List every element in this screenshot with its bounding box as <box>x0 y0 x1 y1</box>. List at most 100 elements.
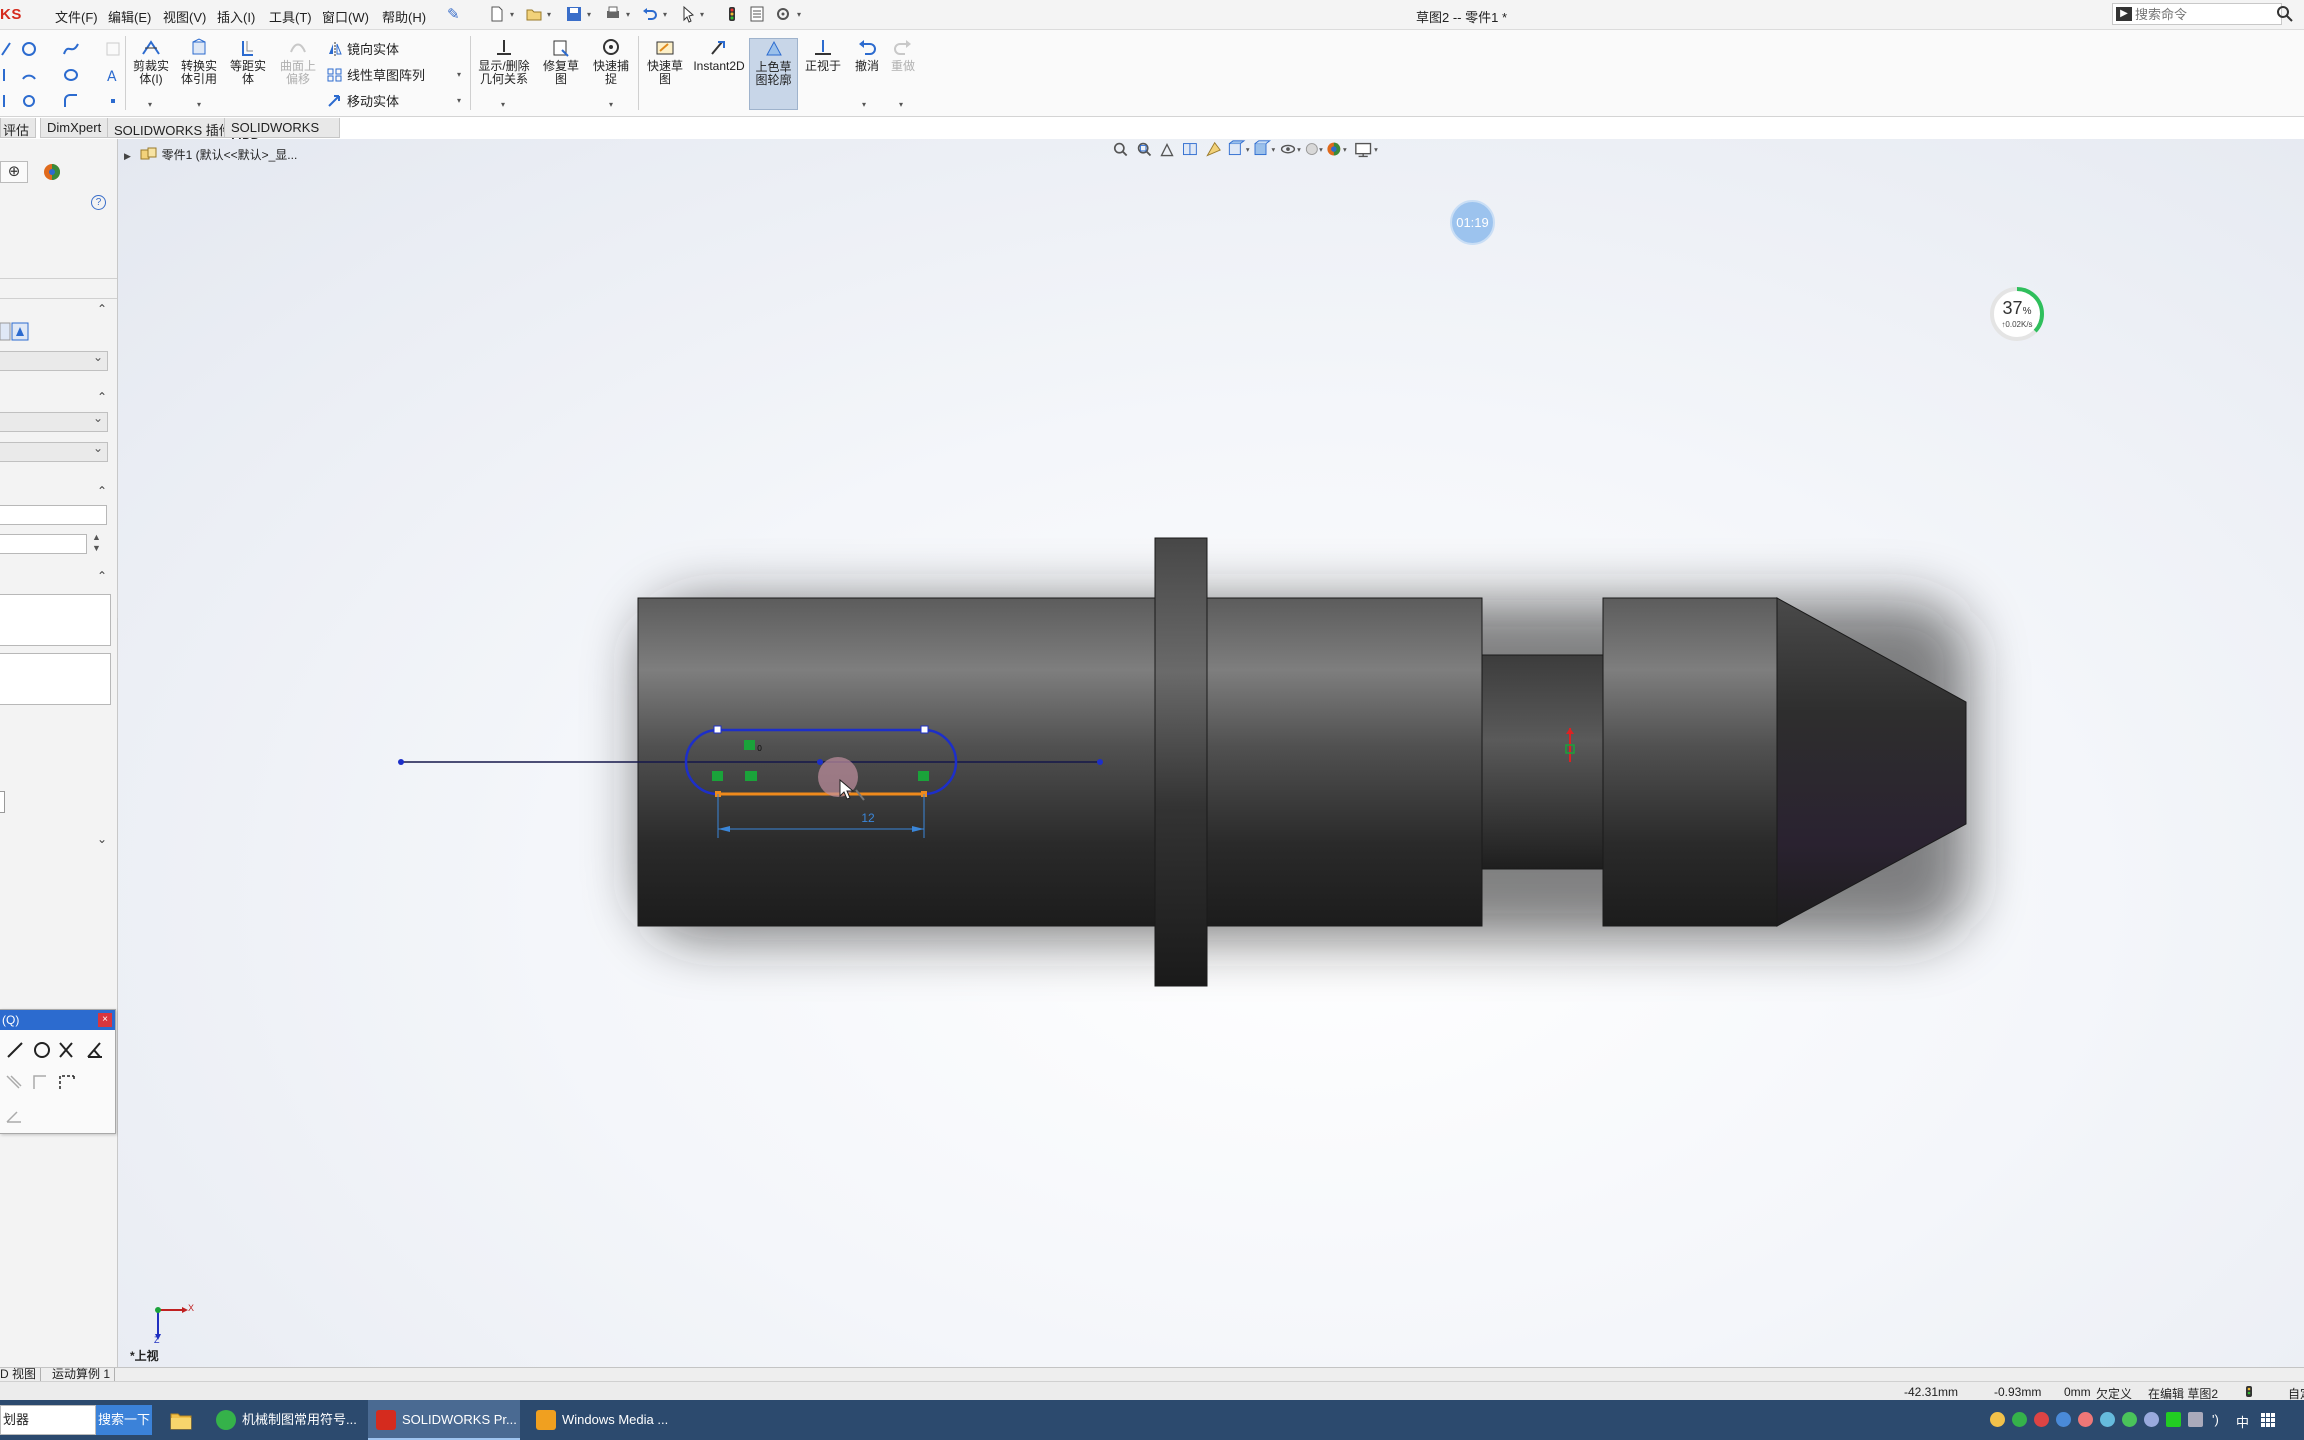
line-icon[interactable] <box>7 1042 23 1058</box>
selection-box-2[interactable] <box>0 653 111 705</box>
menu-edit[interactable]: 编辑(E) <box>108 7 151 26</box>
config-manager-icon[interactable]: ⊕ <box>0 161 28 183</box>
hatch-icon[interactable] <box>6 1075 22 1089</box>
checkbox[interactable] <box>0 791 5 813</box>
parameter-input-2[interactable] <box>0 534 87 554</box>
tab-dimxpert[interactable]: DimXpert <box>40 118 109 138</box>
volume-icon[interactable]: ') <box>2212 1412 2219 1427</box>
chevron-down-icon[interactable]: ▾ <box>587 10 591 19</box>
chevron-up-icon[interactable]: ⌃ <box>97 302 107 316</box>
line-icon[interactable] <box>0 40 18 58</box>
circle-icon[interactable] <box>20 40 38 58</box>
save-icon[interactable] <box>565 5 583 23</box>
appearance-icon[interactable] <box>38 161 66 183</box>
menu-help[interactable]: 帮助(H) <box>382 7 426 26</box>
input-method-indicator[interactable]: 中 <box>2236 1412 2249 1431</box>
flange-collar[interactable] <box>1154 537 1208 987</box>
graphics-viewport[interactable]: ▶ 零件1 (默认<<默认>_显... ▾ ▾ ▾ ▾ ▾ ▾ 01:19 37… <box>118 139 2304 1367</box>
open-folder-icon[interactable] <box>525 5 543 23</box>
tray-app-icon[interactable] <box>2012 1412 2027 1427</box>
shaft-neck[interactable] <box>1481 654 1604 870</box>
slot-point[interactable] <box>713 725 722 734</box>
ellipse-icon[interactable] <box>20 92 38 110</box>
chevron-down-icon[interactable]: ▾ <box>148 100 152 109</box>
tab-motion-study[interactable]: 运动算例 1 <box>48 1368 116 1382</box>
option-select-1[interactable] <box>0 411 108 432</box>
pin-icon[interactable]: ✎ <box>447 5 460 23</box>
chevron-down-icon[interactable]: ▾ <box>457 96 461 105</box>
tray-app-icon[interactable] <box>2034 1412 2049 1427</box>
new-document-icon[interactable] <box>488 5 506 23</box>
redo-button[interactable]: 重做 <box>885 38 921 73</box>
tray-app-icon[interactable] <box>2100 1412 2115 1427</box>
slot-icon[interactable] <box>0 66 18 84</box>
fillet-icon[interactable] <box>62 92 80 110</box>
help-icon[interactable]: ? <box>91 195 106 210</box>
mirror-entities-button[interactable]: 镜向实体 <box>327 39 399 58</box>
chevron-down-icon[interactable]: ▾ <box>797 10 801 19</box>
point-icon[interactable] <box>104 92 122 110</box>
linear-pattern-button[interactable]: 线性草图阵列 <box>327 65 425 84</box>
text-icon[interactable]: A <box>104 66 122 84</box>
tab-evaluate[interactable]: 评估 <box>0 118 37 138</box>
trim-entities-button[interactable]: 剪裁实 体(I) <box>131 38 171 86</box>
arc-icon[interactable] <box>20 66 38 84</box>
file-properties-icon[interactable] <box>748 5 766 23</box>
menu-file[interactable]: 文件(F) <box>55 7 98 26</box>
circle-icon[interactable] <box>34 1042 50 1058</box>
close-icon[interactable]: × <box>98 1013 112 1027</box>
chevron-down-icon[interactable]: ▾ <box>501 100 505 109</box>
tray-app-icon[interactable] <box>2078 1412 2093 1427</box>
repair-sketch-button[interactable]: 修复草 图 <box>540 38 582 86</box>
instant2d-button[interactable]: Instant2D <box>693 38 745 73</box>
select-cursor-icon[interactable] <box>680 5 698 23</box>
trim-icon[interactable] <box>59 1042 73 1058</box>
chevron-up-icon[interactable]: ⌃ <box>97 484 107 498</box>
chevron-down-icon[interactable]: ▾ <box>197 100 201 109</box>
rectangle-icon[interactable] <box>0 92 18 110</box>
move-entities-button[interactable]: 移动实体 <box>327 91 399 110</box>
tray-app-icon[interactable] <box>2122 1412 2137 1427</box>
end-cylinder[interactable] <box>1602 597 1778 927</box>
polygon-icon[interactable] <box>62 66 80 84</box>
rapid-sketch-button[interactable]: 快速草 图 <box>643 38 687 86</box>
search-input[interactable] <box>2135 6 2275 22</box>
options-gear-icon[interactable] <box>774 5 792 23</box>
selection-box-1[interactable] <box>0 594 111 646</box>
offset-on-surface-button[interactable]: 曲面上 偏移 <box>278 38 318 86</box>
display-delete-relations-button[interactable]: 显示/删除 几何关系 <box>474 38 534 86</box>
angle-icon[interactable] <box>87 1042 102 1058</box>
spline-icon[interactable] <box>62 40 80 58</box>
taskbar-search-input[interactable]: 划器 <box>0 1405 96 1435</box>
spinner-icon[interactable]: ▲ ▼ <box>92 532 101 554</box>
tab-solidworks-mbd[interactable]: SOLIDWORKS MBD <box>224 118 340 150</box>
relation-select[interactable] <box>0 350 108 371</box>
undo-button[interactable]: 撤消 <box>849 38 885 73</box>
search-commands[interactable]: ▶ <box>2112 3 2282 25</box>
taskbar-app-media-player[interactable]: Windows Media ... <box>528 1400 680 1440</box>
construction-angle-icon[interactable] <box>4 1106 24 1126</box>
rebuild-icon[interactable] <box>2243 1385 2255 1398</box>
chevron-down-icon[interactable]: ▾ <box>663 10 667 19</box>
tray-app-icon[interactable] <box>2144 1412 2159 1427</box>
taskbar-app-solidworks[interactable]: SOLIDWORKS Pr... <box>368 1400 520 1440</box>
tab-3d-view[interactable]: D 视图 <box>0 1368 42 1382</box>
chevron-down-icon[interactable]: ▾ <box>609 100 613 109</box>
dimension-icon[interactable] <box>59 1075 75 1089</box>
offset-entities-button[interactable]: 等距实 体 <box>228 38 268 86</box>
chevron-down-icon[interactable]: ▾ <box>899 100 903 109</box>
chevron-down-icon[interactable]: ▾ <box>862 100 866 109</box>
surface-icon[interactable] <box>104 40 122 58</box>
tab-solidworks-addins[interactable]: SOLIDWORKS 插件 <box>107 118 239 138</box>
chevron-down-icon[interactable]: ▾ <box>700 10 704 19</box>
convert-entities-button[interactable]: 转换实 体引用 <box>178 38 220 86</box>
line-endpoint[interactable] <box>1097 759 1103 765</box>
chevron-down-icon[interactable]: ▾ <box>626 10 630 19</box>
file-explorer-icon[interactable] <box>170 1409 192 1431</box>
normal-to-button[interactable]: 正视于 <box>801 38 845 73</box>
nvidia-icon[interactable] <box>2166 1412 2181 1427</box>
taskbar-app-browser[interactable]: 机械制图常用符号... <box>208 1400 360 1440</box>
chevron-down-icon[interactable]: ▾ <box>510 10 514 19</box>
chevron-down-icon[interactable]: ▾ <box>457 70 461 79</box>
chevron-up-icon[interactable]: ⌃ <box>97 390 107 404</box>
